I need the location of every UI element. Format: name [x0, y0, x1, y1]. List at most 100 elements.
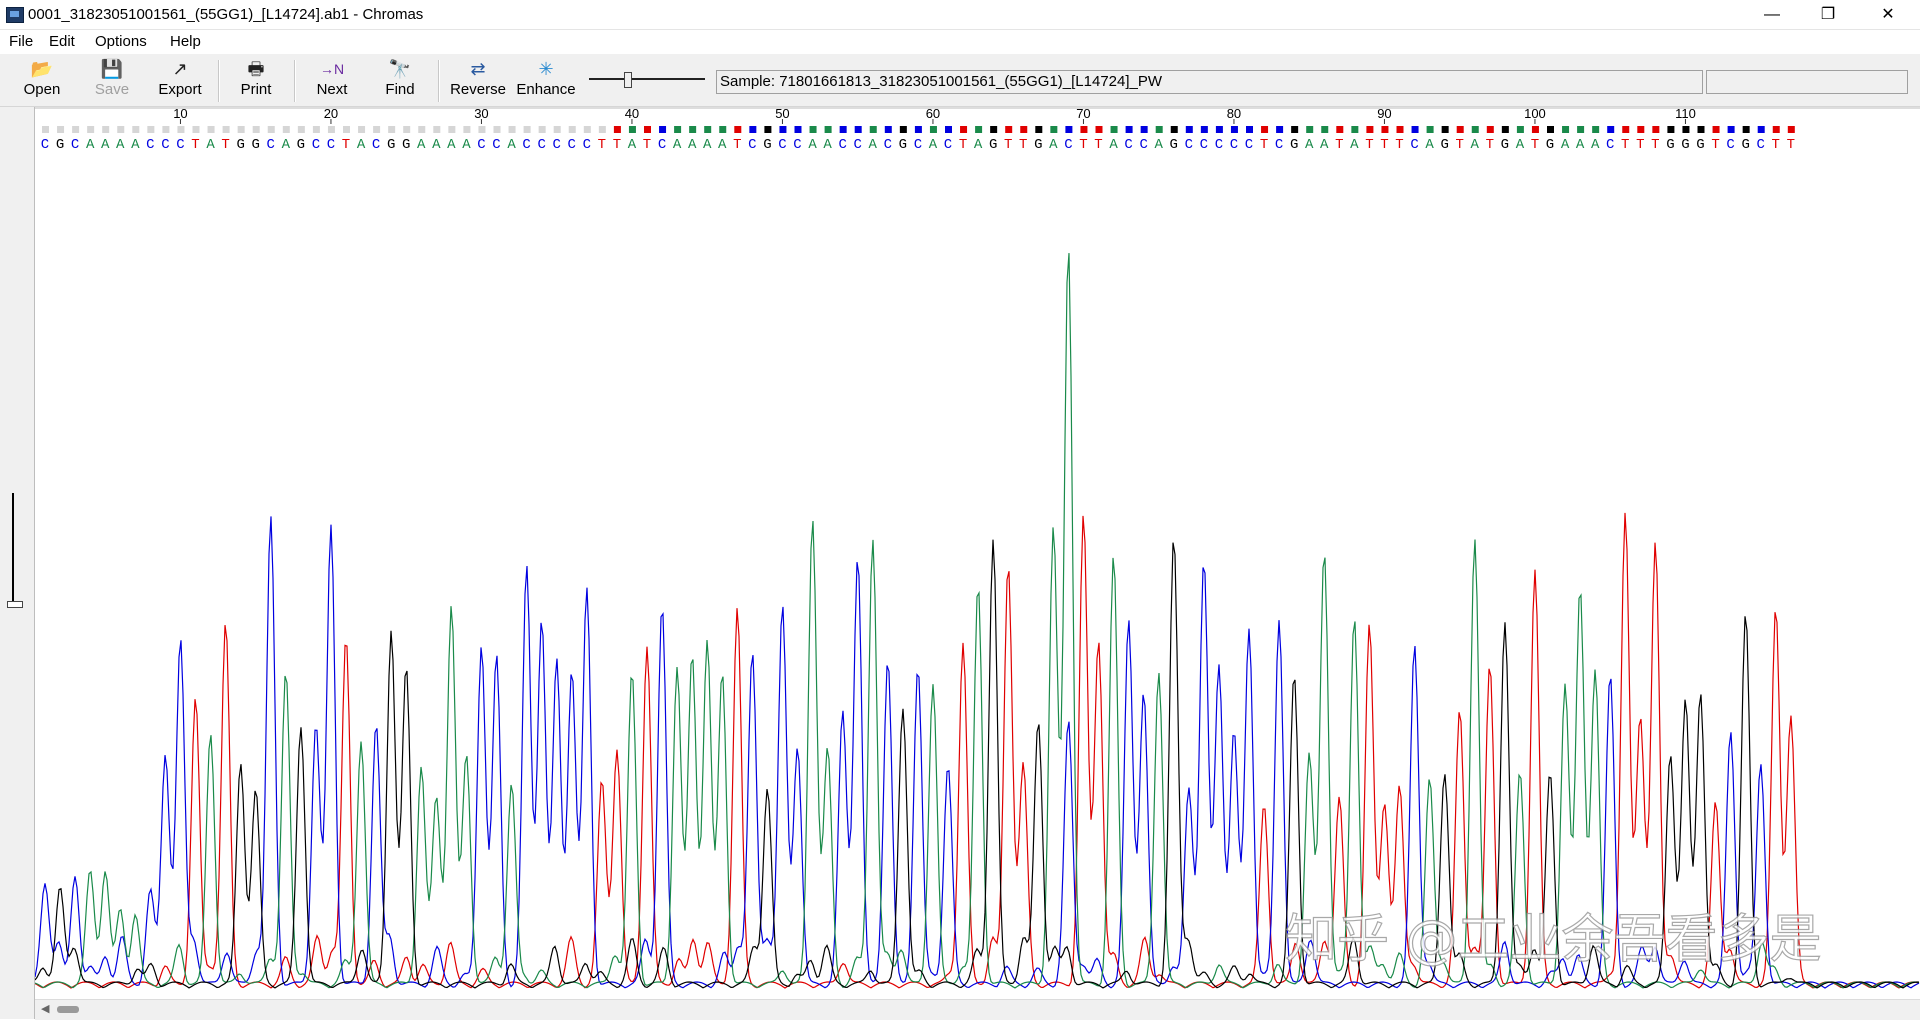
close-button[interactable]: ✕	[1860, 0, 1916, 29]
sample-name-text: Sample: 71801661813_31823051001561_(55GG…	[720, 73, 1163, 90]
ruler-label: 30	[474, 107, 488, 121]
base-call-letter: C	[838, 137, 846, 153]
status-field	[1706, 70, 1908, 94]
print-button[interactable]: 🖶 Print	[228, 57, 284, 103]
base-call-letter: A	[357, 137, 366, 153]
quality-bar	[719, 126, 727, 133]
scroll-left-arrow-icon[interactable]: ◀	[41, 1002, 49, 1015]
base-call-letter: A	[507, 137, 516, 153]
base-call-letter: T	[1079, 137, 1087, 153]
horizontal-scrollbar[interactable]: ◀	[35, 999, 1920, 1020]
quality-bar	[192, 126, 200, 133]
base-call-letter: T	[643, 137, 651, 153]
quality-bar	[960, 126, 968, 133]
reverse-button[interactable]: ⇄ Reverse	[446, 57, 510, 103]
trace-curves	[34, 253, 1920, 989]
quality-bar	[1155, 126, 1163, 133]
menu-bar: File Edit Options Help	[0, 30, 1920, 53]
base-call-letter: G	[1546, 137, 1554, 153]
ruler-label: 50	[775, 107, 789, 121]
base-call-letter: T	[598, 137, 606, 153]
quality-bar	[1471, 126, 1479, 133]
base-call-letter: A	[673, 137, 682, 153]
minimize-button[interactable]: —	[1744, 0, 1800, 29]
quality-bar	[1366, 126, 1374, 133]
vertical-scale-panel	[0, 107, 35, 1019]
base-call-letter: G	[1741, 137, 1749, 153]
title-bar: 0001_31823051001561_(55GG1)_[L14724].ab1…	[0, 0, 1920, 30]
ruler-label: 70	[1076, 107, 1090, 121]
quality-bar	[869, 126, 877, 133]
base-call-letter: C	[1275, 137, 1283, 153]
base-call-letter: A	[206, 137, 215, 153]
quality-bar	[884, 126, 892, 133]
base-call-letter: C	[748, 137, 756, 153]
open-button[interactable]: 📂 Open	[14, 57, 70, 103]
quality-bar	[1095, 126, 1103, 133]
base-call-letter: A	[1471, 137, 1480, 153]
binoculars-icon: 🔭	[388, 59, 412, 79]
quality-bar	[1652, 126, 1660, 133]
restore-button[interactable]: ❐	[1800, 0, 1856, 29]
quality-bar	[1396, 126, 1404, 133]
ruler-label: 110	[1675, 107, 1696, 121]
chromatogram-svg: 10 20 30 40 50 60 70 80 90 100 110 CGCAAAACCCTATGG…	[34, 106, 1920, 989]
menu-edit[interactable]: Edit	[49, 33, 75, 50]
quality-bar	[538, 126, 546, 133]
base-call-letter: A	[1320, 137, 1329, 153]
quality-bar	[508, 126, 516, 133]
base-call-letter: G	[56, 137, 64, 153]
base-call-letter: C	[537, 137, 545, 153]
quality-bar	[553, 126, 561, 133]
find-button[interactable]: 🔭 Find	[372, 57, 428, 103]
base-call-letter: A	[1425, 137, 1434, 153]
menu-options[interactable]: Options	[95, 33, 147, 50]
base-call-letter: G	[1290, 137, 1298, 153]
base-call-letter: C	[372, 137, 380, 153]
quality-bar	[1291, 126, 1299, 133]
toolbar-separator	[218, 60, 220, 102]
base-call-letter: T	[1772, 137, 1780, 153]
quality-bar	[854, 126, 862, 133]
quality-bar	[1020, 126, 1028, 133]
base-call-letter: T	[1019, 137, 1027, 153]
quality-bar	[1697, 126, 1705, 133]
quality-bar	[1531, 126, 1539, 133]
export-button[interactable]: ↗ Export	[150, 57, 210, 103]
save-button[interactable]: 💾 Save	[84, 57, 140, 103]
base-call-letter: C	[944, 137, 952, 153]
base-call-letter: T	[1335, 137, 1343, 153]
quality-bar	[1050, 126, 1058, 133]
ruler-label: 90	[1377, 107, 1391, 121]
quality-bar	[1110, 126, 1118, 133]
quality-bar	[388, 126, 396, 133]
quality-bar	[358, 126, 366, 133]
quality-bar	[1516, 126, 1524, 133]
base-call-letter: T	[1455, 137, 1463, 153]
base-call-letter: A	[1561, 137, 1570, 153]
base-call-letter: A	[929, 137, 938, 153]
chromatogram-view[interactable]: 10 20 30 40 50 60 70 80 90 100 110 CGCAAAACCCTATGG…	[34, 106, 1920, 999]
ruler-label: 20	[324, 107, 338, 121]
window-title: 0001_31823051001561_(55GG1)_[L14724].ab1…	[28, 6, 424, 23]
quality-bar	[1215, 126, 1223, 133]
quality-bar	[899, 126, 907, 133]
enhance-button[interactable]: ✳ Enhance	[514, 57, 578, 103]
enhance-sparkle-icon: ✳	[538, 59, 554, 79]
quality-bar	[1125, 126, 1133, 133]
base-call-letter: A	[688, 137, 697, 153]
vertical-scale-thumb[interactable]	[7, 601, 23, 608]
zoom-slider-thumb[interactable]	[624, 72, 632, 88]
quality-bar	[57, 126, 65, 133]
base-call-letter: C	[568, 137, 576, 153]
next-button[interactable]: →N Next	[304, 57, 360, 103]
base-call-letter: C	[1756, 137, 1764, 153]
menu-file[interactable]: File	[9, 33, 33, 50]
quality-bar	[1200, 126, 1208, 133]
menu-help[interactable]: Help	[170, 33, 201, 50]
horizontal-zoom-slider[interactable]	[585, 67, 709, 91]
horizontal-scroll-thumb[interactable]	[57, 1006, 79, 1013]
zoom-slider-track	[589, 78, 705, 80]
base-call-letter: G	[1170, 137, 1178, 153]
quality-bar	[1486, 126, 1494, 133]
